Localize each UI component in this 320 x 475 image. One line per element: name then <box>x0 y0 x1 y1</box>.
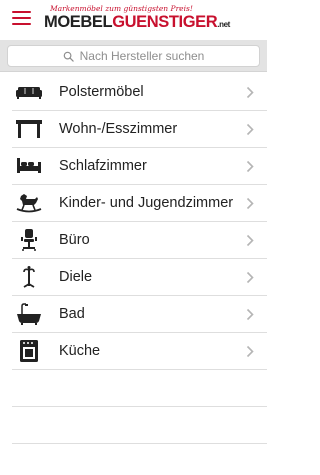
stove-icon <box>15 339 43 363</box>
category-item-bad[interactable]: Bad <box>0 296 267 333</box>
bathtub-icon <box>15 302 43 326</box>
category-item-schlafzimmer[interactable]: Schlafzimmer <box>0 148 267 185</box>
category-label: Wohn-/Esszimmer <box>59 121 178 137</box>
logo-tagline: Markenmöbel zum günstigsten Preis! <box>50 4 193 13</box>
category-item-buero[interactable]: Büro <box>0 222 267 259</box>
chevron-right-icon <box>246 271 254 284</box>
rocking-horse-icon <box>15 191 43 215</box>
chevron-right-icon <box>246 197 254 210</box>
empty-list-row <box>0 370 267 407</box>
logo-part-moebel: MOEBEL <box>44 13 113 31</box>
category-item-polstermoebel[interactable]: Polstermöbel <box>0 74 267 111</box>
category-item-kueche[interactable]: Küche <box>0 333 267 370</box>
bed-icon <box>15 154 43 178</box>
logo-part-guenstiger: GUENSTIGER <box>112 13 218 31</box>
category-label: Kinder- und Jugendzimmer <box>59 195 234 211</box>
category-label: Polstermöbel <box>59 84 144 100</box>
dining-table-icon <box>15 117 43 141</box>
chevron-right-icon <box>246 86 254 99</box>
category-label: Diele <box>59 269 93 285</box>
category-label: Bad <box>59 306 85 322</box>
chevron-right-icon <box>246 123 254 136</box>
category-item-diele[interactable]: Diele <box>0 259 267 296</box>
logo[interactable]: Markenmöbel zum günstigsten Preis! MOEBE… <box>44 4 234 36</box>
coat-stand-icon <box>15 265 43 289</box>
category-list: Polstermöbel Wohn-/Esszimmer Schlafzimme… <box>0 74 267 444</box>
office-chair-icon <box>15 228 43 252</box>
chevron-right-icon <box>246 160 254 173</box>
search-bar: Nach Hersteller suchen <box>0 40 267 72</box>
category-label: Büro <box>59 232 90 248</box>
logo-wordmark: MOEBELGUENSTIGER.net <box>44 13 230 32</box>
category-item-kinder-jugendzimmer[interactable]: Kinder- und Jugendzimmer <box>0 185 267 222</box>
category-label: Küche <box>59 343 101 359</box>
empty-list-row <box>0 407 267 444</box>
sofa-icon <box>15 80 43 104</box>
search-icon <box>63 51 74 62</box>
chevron-right-icon <box>246 308 254 321</box>
chevron-right-icon <box>246 345 254 358</box>
category-label: Schlafzimmer <box>59 158 147 174</box>
hamburger-menu-icon[interactable] <box>12 11 31 25</box>
app-header: Markenmöbel zum günstigsten Preis! MOEBE… <box>0 0 267 40</box>
category-item-wohn-esszimmer[interactable]: Wohn-/Esszimmer <box>0 111 267 148</box>
search-placeholder: Nach Hersteller suchen <box>79 49 205 63</box>
search-input[interactable]: Nach Hersteller suchen <box>7 45 260 67</box>
logo-part-net: .net <box>217 20 230 29</box>
chevron-right-icon <box>246 234 254 247</box>
